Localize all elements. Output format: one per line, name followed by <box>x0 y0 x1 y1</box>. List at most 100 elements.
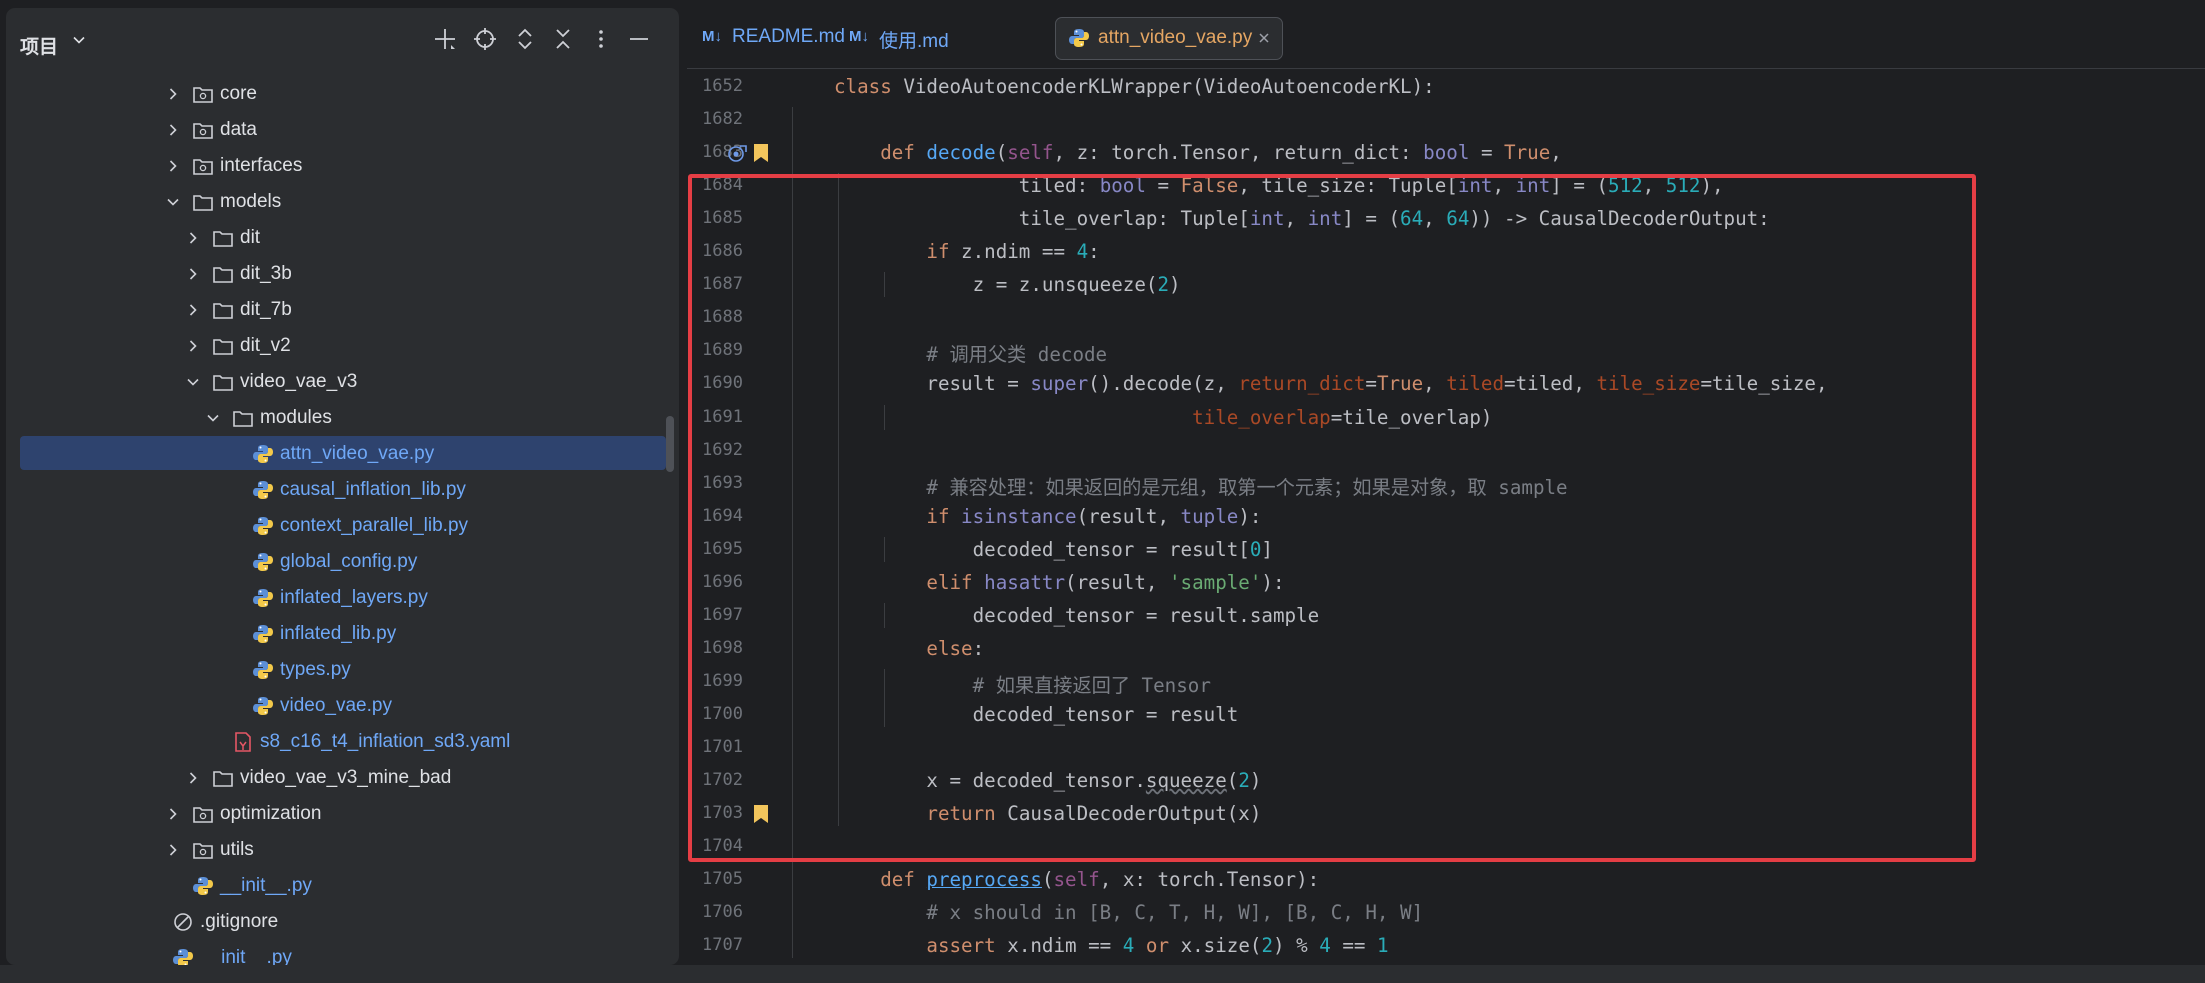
folder-icon <box>233 411 253 427</box>
tree-item-label: core <box>220 83 257 104</box>
tab-attn-video-vae-py[interactable]: attn_video_vae.py <box>1055 17 1283 60</box>
tree-item-label: dit_7b <box>240 299 292 320</box>
chevron-right-icon[interactable] <box>186 231 200 245</box>
highlight-box <box>688 174 1976 862</box>
tree-item-video-vae-py[interactable]: video_vae.py <box>6 688 679 724</box>
chevron-down-icon[interactable] <box>166 195 180 209</box>
tree-item-label: inflated_layers.py <box>280 587 428 608</box>
tree-item-init-py[interactable]: __init__.py <box>6 940 679 965</box>
package-icon <box>193 87 213 103</box>
tree-item-models[interactable]: models <box>6 184 679 220</box>
chevron-right-icon[interactable] <box>166 123 180 137</box>
tree-item-dit-3b[interactable]: dit_3b <box>6 256 679 292</box>
tree-item-video-vae-v3[interactable]: video_vae_v3 <box>6 364 679 400</box>
markdown-icon: M↓ <box>849 28 869 45</box>
tree-item-utils[interactable]: utils <box>6 832 679 868</box>
chevron-right-icon[interactable] <box>186 771 200 785</box>
python-file-icon <box>193 877 213 895</box>
chevron-right-icon[interactable] <box>166 87 180 101</box>
override-method-icon[interactable] <box>727 143 749 163</box>
code-editor[interactable]: 1652 class VideoAutoencoderKLWrapper(Vide… <box>687 70 2205 965</box>
folder-icon <box>193 195 213 211</box>
python-file-icon <box>253 697 273 715</box>
project-panel: 项目 core data interfaces models dit dit_3b dit_… <box>6 8 679 965</box>
collapse-all-icon[interactable] <box>549 25 577 53</box>
folder-icon <box>213 267 233 283</box>
python-file-icon <box>253 481 273 499</box>
chevron-down-icon[interactable] <box>206 411 220 425</box>
folder-icon <box>213 339 233 355</box>
folder-icon <box>213 771 233 787</box>
gitignore-icon <box>174 913 192 931</box>
tree-item-types-py[interactable]: types.py <box>6 652 679 688</box>
folder-icon <box>213 231 233 247</box>
code-line: 1706 # x should in [B, C, T, H, W], [B, C… <box>687 896 2205 929</box>
expand-all-icon[interactable] <box>511 25 539 53</box>
editor-panel: M↓ README.md M↓ 使用.md attn_video_vae.py 1652… <box>687 8 2205 965</box>
tree-item-init-py[interactable]: __init__.py <box>6 868 679 904</box>
tree-item-inflated-layers-py[interactable]: inflated_layers.py <box>6 580 679 616</box>
tree-item-core[interactable]: core <box>6 76 679 112</box>
tree-item-modules[interactable]: modules <box>6 400 679 436</box>
tab-label: attn_video_vae.py <box>1098 27 1253 48</box>
line-number[interactable]: 1706 <box>687 902 743 922</box>
status-bar <box>0 965 2205 983</box>
tree-item-dit-v2[interactable]: dit_v2 <box>6 328 679 364</box>
code-line: 1707 assert x.ndim == 4 or x.size(2) % 4 … <box>687 929 2205 962</box>
tree-item-optimization[interactable]: optimization <box>6 796 679 832</box>
tree-item-dit-7b[interactable]: dit_7b <box>6 292 679 328</box>
line-number[interactable]: 1705 <box>687 869 743 889</box>
project-view-title[interactable]: 项目 <box>20 32 58 59</box>
close-icon[interactable] <box>1256 30 1272 46</box>
tree-item-label: s8_c16_t4_inflation_sd3.yaml <box>260 731 511 752</box>
tree-item-video-vae-v3-mine-bad[interactable]: video_vae_v3_mine_bad <box>6 760 679 796</box>
tree-item-label: inflated_lib.py <box>280 623 397 644</box>
line-number[interactable]: 1652 <box>687 76 743 96</box>
chevron-right-icon[interactable] <box>166 159 180 173</box>
tree-item-label: video_vae_v3_mine_bad <box>240 767 452 788</box>
tab-readme-md[interactable]: M↓ README.md <box>702 17 852 58</box>
code-line: 1682 <box>687 103 2205 136</box>
line-number[interactable]: 1707 <box>687 935 743 955</box>
chevron-right-icon[interactable] <box>186 303 200 317</box>
hide-icon[interactable] <box>625 25 653 53</box>
tree-item-data[interactable]: data <box>6 112 679 148</box>
code-line: 1705 def preprocess(self, x: torch.Tensor… <box>687 863 2205 896</box>
more-options-icon[interactable] <box>587 25 615 53</box>
tab-md[interactable]: M↓ 使用.md <box>849 17 977 58</box>
tree-item-interfaces[interactable]: interfaces <box>6 148 679 184</box>
editor-tab-bar: M↓ README.md M↓ 使用.md attn_video_vae.py <box>687 8 2205 69</box>
tree-item-label: __init__.py <box>220 875 312 896</box>
python-file-icon <box>173 949 193 965</box>
chevron-down-icon[interactable] <box>186 375 200 389</box>
tree-item-global-config-py[interactable]: global_config.py <box>6 544 679 580</box>
chevron-right-icon[interactable] <box>186 339 200 353</box>
tree-item-gitignore[interactable]: .gitignore <box>6 904 679 940</box>
bookmark-icon[interactable] <box>753 143 769 163</box>
chevron-down-icon[interactable] <box>72 33 86 47</box>
tree-item-label: video_vae.py <box>280 695 392 716</box>
tree-item-label: data <box>220 119 257 140</box>
tab-label: 使用.md <box>879 31 949 52</box>
tree-item-label: attn_video_vae.py <box>280 443 435 464</box>
tree-item-attn-video-vae-py[interactable]: attn_video_vae.py <box>6 436 679 472</box>
add-icon[interactable] <box>431 25 459 53</box>
yaml-file-icon <box>235 732 251 752</box>
chevron-right-icon[interactable] <box>166 807 180 821</box>
line-number[interactable]: 1682 <box>687 109 743 129</box>
folder-icon <box>213 375 233 391</box>
tree-scrollbar[interactable] <box>666 416 674 472</box>
chevron-right-icon[interactable] <box>186 267 200 281</box>
markdown-icon: M↓ <box>702 28 722 45</box>
tree-item-inflated-lib-py[interactable]: inflated_lib.py <box>6 616 679 652</box>
tree-item-dit[interactable]: dit <box>6 220 679 256</box>
tree-item-causal-inflation-lib-py[interactable]: causal_inflation_lib.py <box>6 472 679 508</box>
tree-item-label: __init__.py <box>200 947 292 965</box>
tree-item-label: dit_v2 <box>240 335 291 356</box>
chevron-right-icon[interactable] <box>166 843 180 857</box>
tree-item-context-parallel-lib-py[interactable]: context_parallel_lib.py <box>6 508 679 544</box>
tree-item-s8-c16-t4-inflation-sd3-yaml[interactable]: s8_c16_t4_inflation_sd3.yaml <box>6 724 679 760</box>
code-text: # x should in [B, C, T, H, W], [B, C, H,… <box>926 901 1424 925</box>
locate-icon[interactable] <box>471 25 499 53</box>
code-text: class VideoAutoencoderKLWrapper(VideoAut… <box>834 75 1435 98</box>
